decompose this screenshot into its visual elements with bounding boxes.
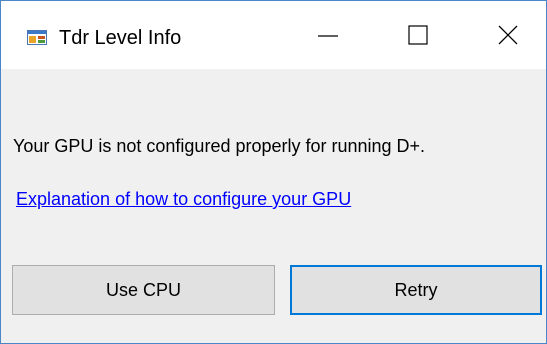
title-bar[interactable]: Tdr Level Info bbox=[1, 1, 546, 69]
close-button[interactable] bbox=[474, 1, 542, 69]
maximize-icon bbox=[408, 25, 428, 45]
dialog-window: Tdr Level Info Your GPU is not configure… bbox=[0, 0, 547, 344]
retry-button[interactable]: Retry bbox=[290, 265, 542, 315]
use-cpu-button[interactable]: Use CPU bbox=[12, 265, 275, 315]
minimize-icon bbox=[318, 35, 338, 37]
status-message: Your GPU is not configured properly for … bbox=[13, 136, 426, 156]
window-app-icon bbox=[27, 30, 47, 45]
maximize-button[interactable] bbox=[384, 1, 452, 69]
dialog-body: Your GPU is not configured properly for … bbox=[1, 69, 546, 343]
window-title: Tdr Level Info bbox=[59, 27, 182, 49]
close-icon bbox=[498, 25, 518, 45]
minimize-button[interactable] bbox=[294, 1, 362, 69]
gpu-configuration-help-link[interactable]: Explanation of how to configure your GPU bbox=[16, 188, 351, 210]
